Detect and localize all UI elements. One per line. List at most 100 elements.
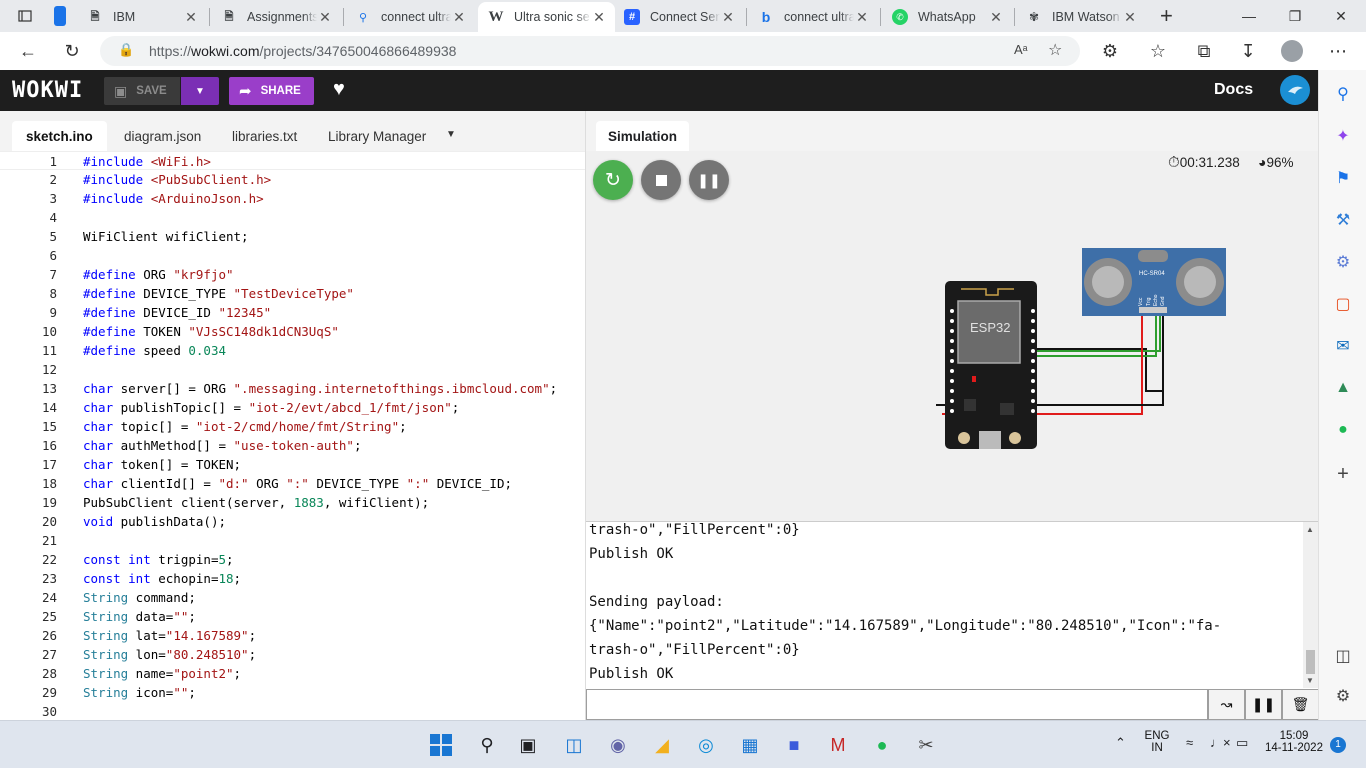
code-editor[interactable]: 1 #include <WiFi.h> 2 #include <PubSubClien…	[0, 151, 585, 720]
code-line[interactable]: 9 #define DEVICE_ID "12345"	[0, 303, 585, 322]
store-icon[interactable]: ▦	[736, 731, 764, 759]
serial-scrollbar[interactable]: ▲ ▼	[1303, 522, 1318, 688]
office-icon[interactable]: ▢	[1331, 292, 1355, 316]
shopping-tag-icon[interactable]: ⚑	[1331, 166, 1355, 190]
code-line[interactable]: 18 char clientId[] = "d:" ORG ":" DEVICE_…	[0, 474, 585, 493]
esp32-board[interactable]: ESP32	[945, 281, 1037, 449]
save-dropdown-button[interactable]: ▼	[181, 77, 219, 105]
app-icon[interactable]: ■	[780, 731, 808, 759]
profile-avatar[interactable]	[1281, 40, 1303, 62]
url-text[interactable]: https://wokwi.com/projects/3476500468664…	[149, 43, 456, 59]
tab-libraries-txt[interactable]: libraries.txt	[218, 121, 311, 151]
code-line[interactable]: 22 const int trigpin=5;	[0, 550, 585, 569]
clock[interactable]: 15:09 14-11-2022	[1262, 730, 1326, 754]
code-line[interactable]: 25 String data="";	[0, 607, 585, 626]
serial-pause-button[interactable]: ❚❚	[1245, 689, 1282, 720]
code-line[interactable]: 27 String lon="80.248510";	[0, 645, 585, 664]
chat-icon[interactable]: ◉	[604, 731, 632, 759]
code-line[interactable]: 19 PubSubClient client(server, 1883, wifi…	[0, 493, 585, 512]
vertical-tabs-icon[interactable]	[54, 6, 66, 26]
code-line[interactable]: 1 #include <WiFi.h>	[0, 151, 585, 170]
extensions-icon[interactable]: ⚙	[1096, 37, 1124, 65]
downloads-icon[interactable]: ↧	[1234, 37, 1262, 65]
copilot-sparkle-icon[interactable]: ✦	[1331, 124, 1355, 148]
code-line[interactable]: 16 char authMethod[] = "use-token-auth";	[0, 436, 585, 455]
task-view-icon[interactable]: ▣	[514, 731, 542, 759]
sidebar-layout-icon[interactable]: ◫	[1331, 644, 1355, 668]
wokwi-logo[interactable]: WOKWI	[12, 78, 83, 103]
search-icon[interactable]: ⚲	[1331, 82, 1355, 106]
collections-icon[interactable]: ⧉	[1190, 37, 1218, 65]
refresh-icon[interactable]: ↻	[58, 37, 86, 65]
browser-tab-ibm-watson[interactable]: ✾ IBM Watson ✕	[1016, 2, 1146, 32]
battery-icon[interactable]: ▭	[1236, 735, 1248, 751]
volume-muted-icon[interactable]: ♩×	[1210, 735, 1231, 750]
code-line[interactable]: 30	[0, 702, 585, 720]
back-arrow-icon[interactable]: ←	[14, 37, 42, 65]
read-aloud-icon[interactable]: Aᵃ	[1014, 42, 1028, 57]
browser-tab-connect-ultra-search[interactable]: ⚲ connect ultra ✕	[345, 2, 475, 32]
more-menu-icon[interactable]: ⋯	[1324, 37, 1352, 65]
chevron-up-icon[interactable]: ⌃	[1115, 735, 1126, 751]
outlook-icon[interactable]: ✉	[1331, 334, 1355, 358]
spotify-icon[interactable]: ●	[868, 731, 896, 759]
heart-icon[interactable]: ♥	[333, 78, 345, 101]
tab-sketch-ino[interactable]: sketch.ino	[12, 121, 107, 151]
edge-browser-icon[interactable]: ◎	[692, 731, 720, 759]
code-line[interactable]: 2 #include <PubSubClient.h>	[0, 170, 585, 189]
add-icon[interactable]: +	[1331, 462, 1355, 486]
browser-tab-whatsapp[interactable]: ✆ WhatsApp ✕	[882, 2, 1012, 32]
simulation-canvas[interactable]: ↻ ❚❚ ⏱00:31.238 ◕96% ESP32 HC-SR04 Vcc T…	[586, 151, 1318, 521]
code-line[interactable]: 26 String lat="14.167589";	[0, 626, 585, 645]
code-line[interactable]: 10 #define TOKEN "VJsSC148dk1dCN3UqS"	[0, 322, 585, 341]
close-icon[interactable]: ✕	[451, 9, 467, 26]
close-icon[interactable]: ✕	[317, 9, 333, 26]
window-close-icon[interactable]: ✕	[1318, 0, 1364, 32]
circuit-diagram[interactable]: ESP32 HC-SR04 Vcc Trig Echo Gnd	[586, 151, 1318, 521]
code-line[interactable]: 3 #include <ArduinoJson.h>	[0, 189, 585, 208]
browser-tab-ibm[interactable]: 🗎 IBM ✕	[77, 2, 207, 32]
browser-tab-connect-sen[interactable]: # Connect Sen ✕	[614, 2, 744, 32]
search-icon[interactable]: ⚲	[473, 731, 501, 759]
browser-tab-ultrasonic[interactable]: W Ultra sonic se ✕	[478, 2, 615, 32]
tab-actions-button[interactable]	[2, 0, 48, 32]
mcafee-icon[interactable]: M	[824, 731, 852, 759]
code-line[interactable]: 17 char token[] = TOKEN;	[0, 455, 585, 474]
save-button[interactable]: ▣ SAVE	[104, 77, 180, 105]
notification-badge[interactable]: 1	[1330, 737, 1346, 753]
snipping-tool-icon[interactable]: ✂	[912, 731, 940, 759]
spotify-icon[interactable]: ●	[1331, 418, 1355, 442]
serial-input[interactable]	[586, 689, 1208, 720]
browser-tab-connect-ultra-bing[interactable]: b connect ultra ✕	[748, 2, 878, 32]
code-line[interactable]: 4	[0, 208, 585, 227]
user-avatar[interactable]	[1280, 75, 1310, 105]
restore-icon[interactable]: ❐	[1272, 0, 1318, 32]
code-line[interactable]: 14 char publishTopic[] = "iot-2/evt/abcd_…	[0, 398, 585, 417]
tab-diagram-json[interactable]: diagram.json	[110, 121, 215, 151]
address-bar[interactable]: 🔒 https://wokwi.com/projects/34765004686…	[100, 36, 1080, 66]
tab-library-manager[interactable]: Library Manager	[314, 121, 440, 151]
favorites-icon[interactable]: ☆	[1144, 37, 1172, 65]
docs-link[interactable]: Docs	[1214, 81, 1253, 99]
close-icon[interactable]: ✕	[591, 9, 607, 26]
code-line[interactable]: 29 String icon="";	[0, 683, 585, 702]
browser-tab-assignments[interactable]: 🗎 Assignments ✕	[211, 2, 341, 32]
serial-monitor[interactable]: trash-o","FillPercent":0} Publish OK Sen…	[586, 521, 1318, 688]
close-icon[interactable]: ✕	[988, 9, 1004, 26]
code-line[interactable]: 7 #define ORG "kr9fjo"	[0, 265, 585, 284]
add-favorite-icon[interactable]: ☆	[1048, 40, 1062, 60]
code-line[interactable]: 15 char topic[] = "iot-2/cmd/home/fmt/Str…	[0, 417, 585, 436]
code-line[interactable]: 23 const int echopin=18;	[0, 569, 585, 588]
code-line[interactable]: 13 char server[] = ORG ".messaging.intern…	[0, 379, 585, 398]
close-icon[interactable]: ✕	[183, 9, 199, 26]
scroll-down-icon[interactable]: ▼	[1306, 676, 1314, 685]
plotter-button[interactable]: ↝	[1208, 689, 1245, 720]
scrollbar-thumb[interactable]	[1306, 650, 1315, 674]
close-icon[interactable]: ✕	[854, 9, 870, 26]
tools-icon[interactable]: ⚒	[1331, 208, 1355, 232]
hc-sr04-sensor[interactable]: HC-SR04 Vcc Trig Echo Gnd	[1082, 248, 1226, 316]
close-icon[interactable]: ✕	[1122, 9, 1138, 26]
code-line[interactable]: 8 #define DEVICE_TYPE "TestDeviceType"	[0, 284, 585, 303]
code-line[interactable]: 20 void publishData();	[0, 512, 585, 531]
close-icon[interactable]: ✕	[720, 9, 736, 26]
